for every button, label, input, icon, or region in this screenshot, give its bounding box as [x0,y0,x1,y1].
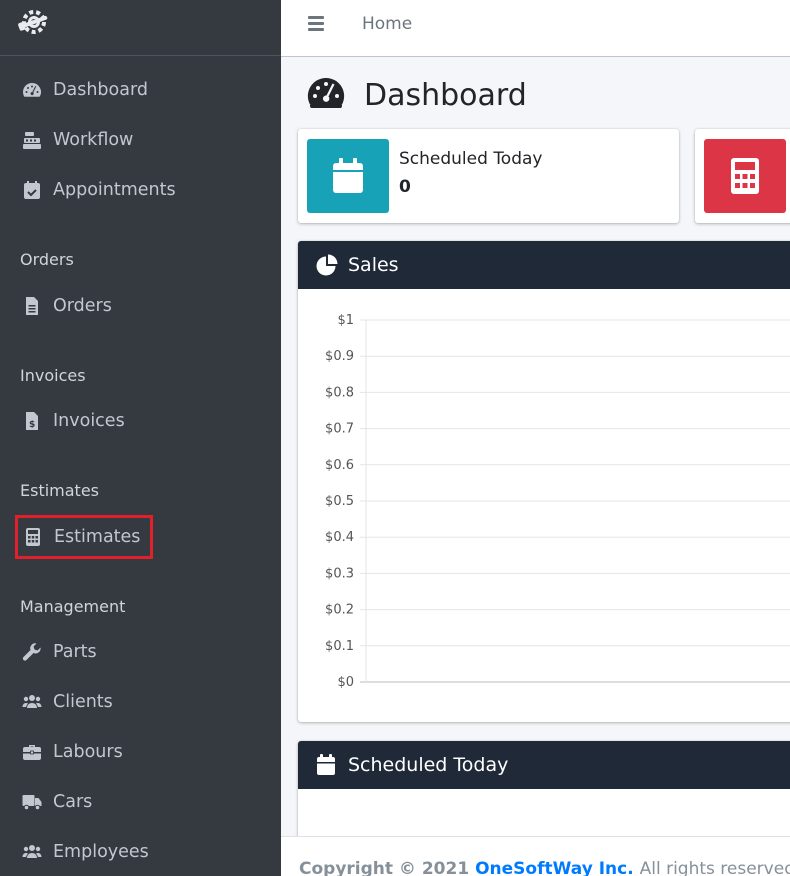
footer-company-link[interactable]: OneSoftWay Inc. [475,859,634,876]
chart-y-tick-label: $0 [337,675,354,690]
sidebar-item-appointments[interactable]: Appointments [16,170,176,210]
gear-wrench-logo-icon [18,10,48,34]
footer: Copyright © 2021 OneSoftWay Inc. All rig… [281,836,790,876]
sidebar-item-label: Employees [53,842,149,862]
sidebar-item-labours[interactable]: Labours [16,732,123,772]
sidebar-item-label: Appointments [53,180,176,200]
sidebar-item-workflow[interactable]: Workflow [16,120,133,160]
sidebar-item-label: Parts [53,642,97,662]
sidebar-item-invoices[interactable]: $ Invoices [16,401,125,441]
file-alt-icon [21,295,43,317]
info-box-label: Scheduled Today [399,149,543,169]
tachometer-icon [307,76,345,114]
info-box-scheduled-today: Scheduled Today 0 [298,129,679,223]
sidebar-item-label: Estimates [54,527,141,547]
tachometer-icon [21,79,43,101]
scheduled-card-title: Scheduled Today [348,754,509,776]
briefcase-icon [21,741,43,763]
sidebar-item-label: Labours [53,742,123,762]
sidebar-item-cars[interactable]: Cars [16,782,92,822]
chart-y-tick-label: $0.2 [325,603,354,618]
footer-copyright-text: Copyright © 2021 [299,859,470,876]
info-box-value: 0 [399,177,411,197]
chart-y-tick-label: $0.6 [325,458,354,473]
sidebar-item-label: Workflow [53,130,134,150]
nav-header-management: Management [20,597,126,616]
scheduled-card-header: Scheduled Today [298,741,790,789]
calendar-icon [317,754,335,775]
sidebar-item-orders[interactable]: Orders [16,286,112,326]
sales-card: Sales $1 $0.9 $0.8 $0.7 $0.6 $0.5 $0.4 $0.3 $0.2… [298,241,790,722]
sidebar-item-estimates[interactable]: Estimates [15,515,154,559]
footer-copyright: Copyright © 2021 OneSoftWay Inc. All rig… [299,859,790,876]
sales-card-header: Sales [298,241,790,289]
info-box-estimates [695,129,790,223]
file-invoice-dollar-icon: $ [21,410,43,432]
page-title: Dashboard [307,76,527,114]
nav-header-estimates: Estimates [20,481,100,500]
footer-rights-text: All rights reserved. [639,859,790,876]
sidebar-item-label: Invoices [53,411,125,431]
hamburger-menu-icon[interactable] [308,16,324,32]
wrench-icon [21,641,43,663]
users-icon [21,691,43,713]
info-box-icon-tile [307,139,389,213]
sidebar-item-dashboard[interactable]: Dashboard [16,70,148,110]
calculator-icon [22,526,44,548]
calculator-icon [731,158,759,194]
info-box-icon-tile [704,139,786,213]
nav-home-link[interactable]: Home [362,14,412,34]
chart-y-tick-label: $1 [337,313,354,328]
chart-y-tick-label: $0.3 [325,566,354,581]
sidebar-item-clients[interactable]: Clients [16,682,113,722]
calendar-icon [333,158,363,193]
sidebar-item-parts[interactable]: Parts [16,632,97,672]
chart-y-tick-label: $0.5 [325,494,354,509]
sidebar-item-employees[interactable]: Employees [16,832,149,872]
sales-card-title: Sales [348,254,399,276]
sidebar: Dashboard Workflow Appointments Orders O… [0,0,281,876]
chart-y-tick-label: $0.9 [325,349,354,364]
sales-chart: $1 $0.9 $0.8 $0.7 $0.6 $0.5 $0.4 $0.3 $0.2 $0.1 $0 [325,313,790,690]
calendar-check-icon [21,179,43,201]
brand[interactable] [0,0,281,56]
sidebar-item-label: Dashboard [53,80,148,100]
top-navbar: Home [281,0,790,57]
users-icon [21,841,43,863]
truck-icon [21,791,43,813]
sidebar-item-label: Orders [53,296,112,316]
chart-y-tick-label: $0.1 [325,639,354,654]
page-title-text: Dashboard [364,77,527,113]
sidebar-item-label: Clients [53,692,113,712]
cash-register-icon [21,129,43,151]
chart-y-tick-label: $0.8 [325,385,354,400]
nav-header-invoices: Invoices [20,366,86,385]
pie-chart-icon [316,254,338,276]
sidebar-item-label: Cars [53,792,93,812]
scheduled-today-card: Scheduled Today [298,741,790,851]
nav-header-orders: Orders [20,250,74,269]
chart-y-tick-label: $0.7 [325,422,354,437]
chart-y-tick-label: $0.4 [325,530,354,545]
svg-text:$: $ [29,420,35,430]
